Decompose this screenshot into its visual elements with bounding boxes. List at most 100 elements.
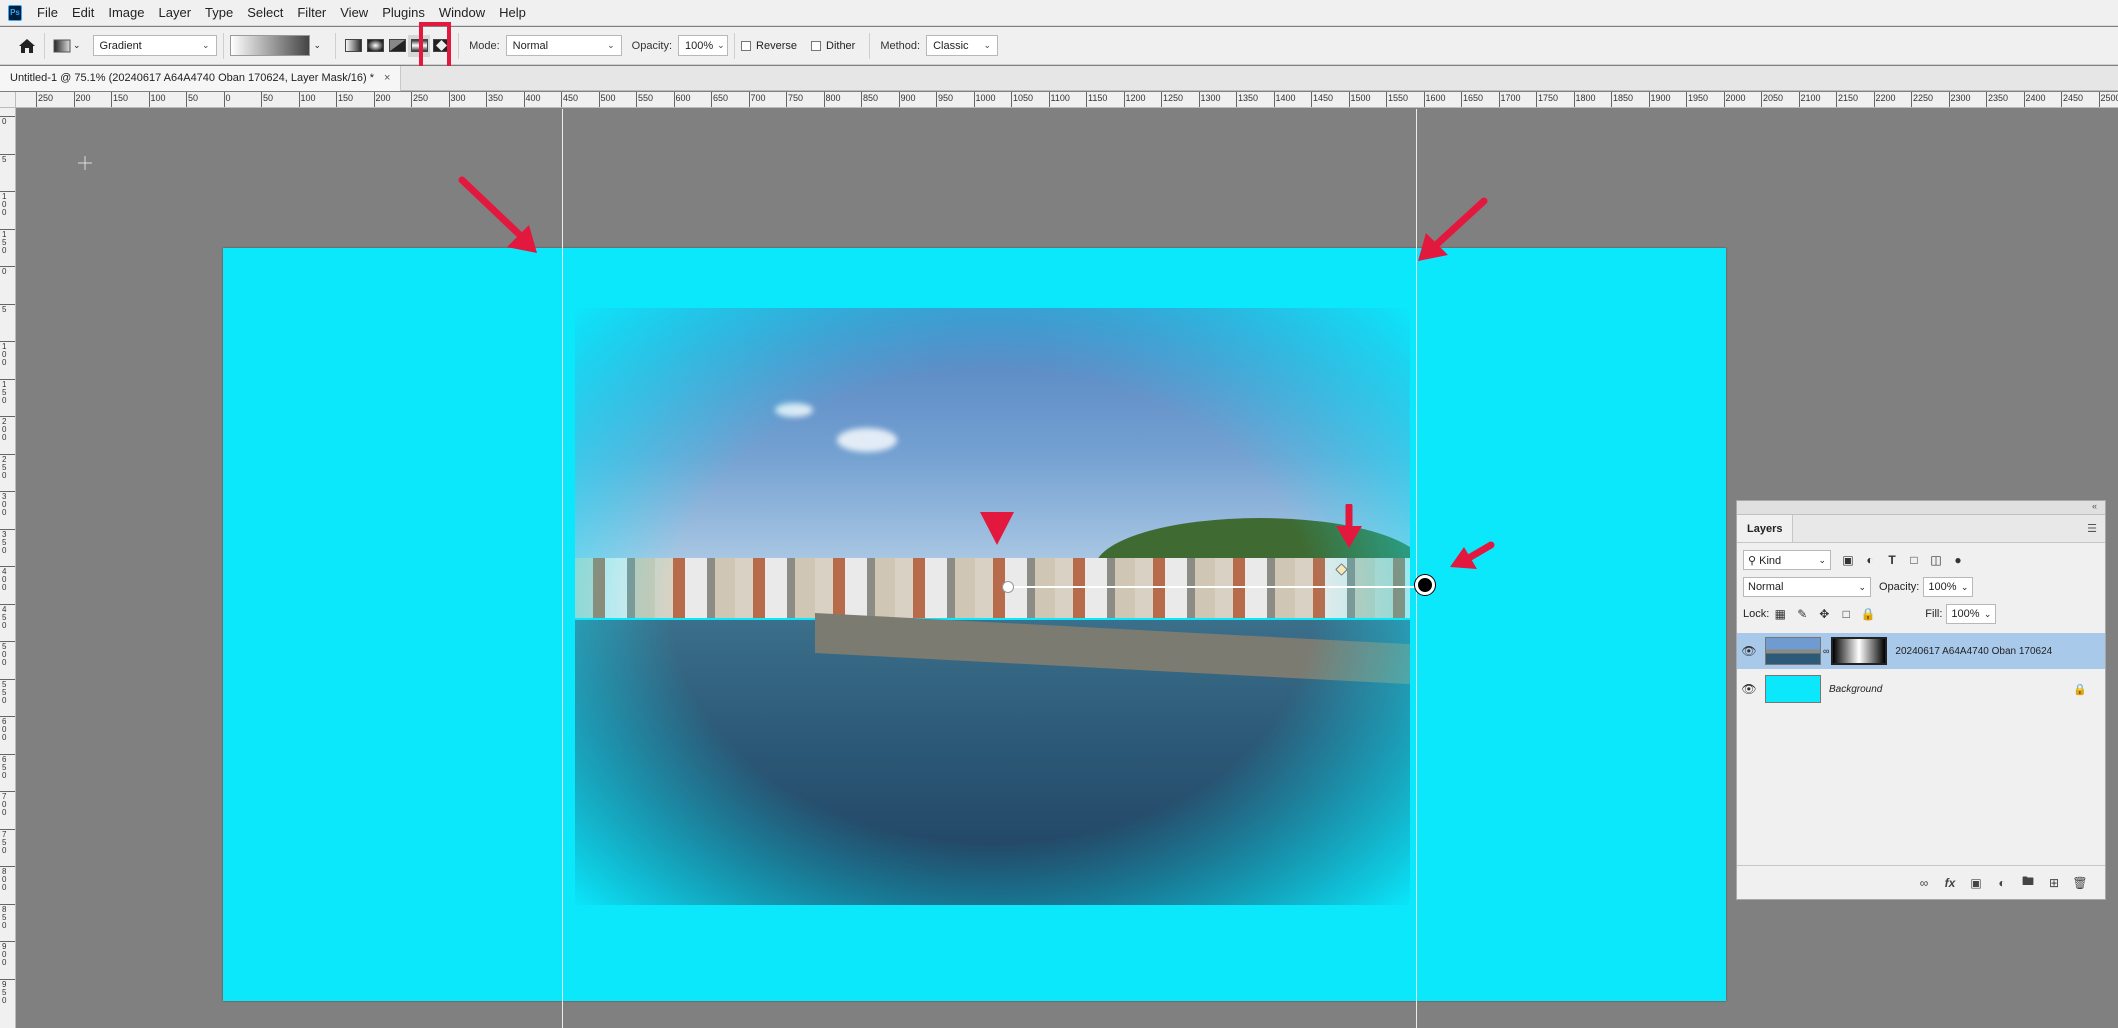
shape-filter-icon[interactable]: □ [1903, 549, 1925, 571]
dither-checkbox[interactable] [811, 40, 821, 51]
menu-view[interactable]: View [333, 0, 375, 26]
lock-artboard-icon[interactable]: □ [1835, 603, 1857, 625]
radial-gradient-icon[interactable] [364, 35, 386, 57]
menu-layer[interactable]: Layer [152, 0, 199, 26]
guide-line[interactable] [562, 109, 563, 1028]
diamond-gradient-icon[interactable] [430, 35, 452, 57]
ruler-label: 150 [338, 93, 354, 103]
home-icon[interactable] [16, 35, 38, 57]
lock-all-icon[interactable]: 🔒 [1857, 603, 1879, 625]
menu-edit[interactable]: Edit [65, 0, 101, 26]
document-canvas[interactable] [223, 248, 1726, 1001]
layer-thumbnail[interactable] [1765, 637, 1821, 665]
filter-toggle-icon[interactable]: ● [1947, 549, 1969, 571]
mode-dropdown[interactable]: Normal ⌄ [505, 35, 622, 56]
menu-plugins[interactable]: Plugins [375, 0, 432, 26]
add-mask-icon[interactable]: ▣ [1963, 876, 1989, 890]
ruler-horizontal[interactable]: 250 200 150 100 50 0 50 100 150 200 250 300 350 400 45… [16, 92, 2118, 108]
type-filter-icon[interactable]: T [1881, 549, 1903, 571]
layer-thumbnail[interactable] [1765, 675, 1821, 703]
ruler-tick [373, 92, 375, 107]
menu-select[interactable]: Select [240, 0, 290, 26]
ruler-tick [561, 92, 562, 107]
gradient-end-point[interactable] [1415, 575, 1435, 595]
ruler-tick [1348, 92, 1350, 107]
layer-opacity-field[interactable]: 100% ⌄ [1923, 577, 1974, 597]
ruler-origin[interactable] [0, 92, 16, 108]
ruler-tick [0, 491, 15, 492]
ruler-tick [2023, 92, 2025, 107]
linear-gradient-icon[interactable] [342, 35, 364, 57]
menu-help[interactable]: Help [492, 0, 533, 26]
ruler-label: 8 0 0 [2, 867, 7, 892]
adjustment-layer-icon[interactable]: ◐ [1989, 876, 2015, 890]
eye-icon[interactable]: 👁 [1737, 644, 1761, 658]
panel-menu-icon[interactable]: ☰ [2087, 522, 2097, 535]
tool-preset-icon[interactable] [51, 35, 73, 57]
ruler-tick [1836, 92, 1837, 107]
layer-opacity-value: 100% [1928, 581, 1957, 593]
angle-gradient-icon[interactable] [386, 35, 408, 57]
ruler-tick [0, 716, 15, 717]
filter-kind-dropdown[interactable]: ⚲ Kind ⌄ [1743, 550, 1831, 570]
fill-field[interactable]: 100% ⌄ [1946, 604, 1997, 624]
ruler-tick [1498, 92, 1500, 107]
ruler-tick [261, 92, 262, 107]
ruler-label: 1950 [1688, 93, 1709, 103]
method-dropdown[interactable]: Classic ⌄ [926, 35, 999, 56]
lock-icon[interactable]: 🔒 [2073, 683, 2087, 696]
folder-icon[interactable]: 🖿 [2015, 872, 2041, 893]
layer-row-photo[interactable]: 👁 ∞ 20240617 A64A4740 Oban 170624 [1737, 633, 2105, 669]
ruler-label: 100 [150, 93, 166, 103]
photoshop-logo: Ps [8, 4, 22, 21]
cloud [775, 403, 813, 417]
reflected-gradient-icon[interactable] [408, 34, 431, 57]
collapse-icon[interactable]: « [2092, 501, 2097, 511]
menu-file[interactable]: File [30, 0, 65, 26]
trash-icon[interactable]: 🗑 [2067, 876, 2093, 890]
layer-row-background[interactable]: 👁 Background 🔒 [1737, 671, 2105, 707]
ruler-label: 3 5 0 [2, 529, 7, 555]
ruler-label: 950 [938, 93, 954, 103]
gradient-preset-dropdown[interactable]: Gradient ⌄ [92, 35, 217, 56]
pixel-filter-icon[interactable]: ▣ [1837, 549, 1859, 571]
ruler-vertical[interactable]: 0 5 1 0 0 1 5 0 0 5 1 0 0 1 5 0 2 0 0 2 5 0 3 0 0 3… [0, 108, 16, 1028]
new-layer-icon[interactable]: ⊞ [2041, 876, 2067, 890]
tab-layers[interactable]: Layers [1737, 515, 1794, 542]
lock-position-icon[interactable]: ✥ [1813, 603, 1835, 625]
menu-window[interactable]: Window [432, 0, 492, 26]
chevron-down-icon[interactable]: ⌄ [73, 40, 81, 51]
menu-filter[interactable]: Filter [290, 0, 333, 26]
reverse-checkbox[interactable] [741, 40, 752, 51]
chain-link-icon[interactable]: ∞ [1823, 646, 1829, 656]
lock-transparent-icon[interactable]: ▦ [1769, 603, 1791, 625]
ruler-tick [1198, 92, 1200, 107]
menu-image[interactable]: Image [101, 0, 151, 26]
fx-icon[interactable]: fx [1937, 876, 1963, 890]
gradient-start-point[interactable] [1002, 581, 1014, 593]
gradient-preview-swatch[interactable] [229, 35, 310, 56]
document-tab[interactable]: Untitled-1 @ 75.1% (20240617 A64A4740 Ob… [0, 65, 402, 91]
divider [458, 32, 460, 59]
menu-type[interactable]: Type [198, 0, 240, 26]
layer-opacity-label: Opacity: [1879, 581, 1920, 593]
lock-pixels-icon[interactable]: ✎ [1791, 603, 1813, 625]
panel-titlebar[interactable]: « [1737, 501, 2105, 515]
layer-name[interactable]: 20240617 A64A4740 Oban 170624 [1895, 646, 2052, 657]
close-icon[interactable]: × [384, 72, 390, 84]
opacity-field[interactable]: 100% ⌄ [678, 35, 729, 56]
link-layers-icon[interactable]: ∞ [1911, 876, 1937, 890]
blend-mode-dropdown[interactable]: Normal ⌄ [1743, 577, 1871, 597]
ruler-tick [298, 92, 300, 107]
ruler-label: 300 [450, 93, 466, 103]
layer-name[interactable]: Background [1829, 684, 1882, 695]
ruler-label: 1200 [1125, 93, 1146, 103]
eye-icon[interactable]: 👁 [1737, 682, 1761, 696]
chevron-down-icon[interactable]: ⌄ [314, 40, 322, 51]
smart-object-filter-icon[interactable]: ◫ [1925, 549, 1947, 571]
ruler-label: 1350 [1238, 93, 1259, 103]
guide-line[interactable] [1416, 109, 1417, 1028]
adjustment-filter-icon[interactable]: ◐ [1859, 549, 1881, 571]
ruler-tick [0, 266, 15, 267]
layer-mask-thumbnail[interactable] [1831, 637, 1888, 665]
